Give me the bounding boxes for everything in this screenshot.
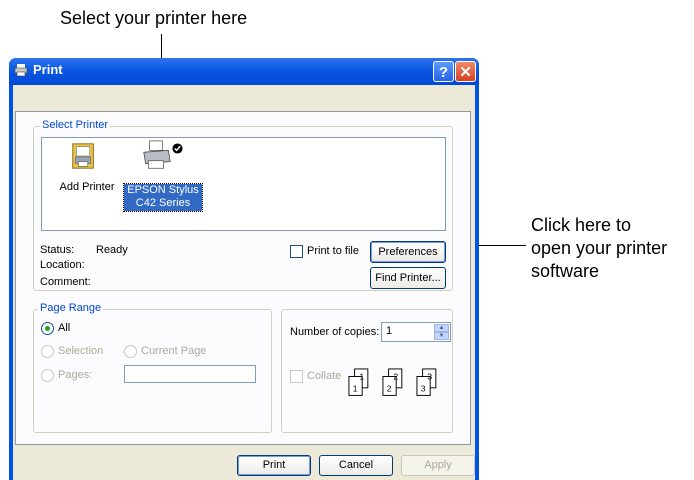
- svg-text:2: 2: [393, 371, 398, 381]
- preferences-button-label: Preferences: [378, 246, 438, 258]
- pages-input[interactable]: [124, 365, 256, 383]
- pages-radio[interactable]: [41, 369, 54, 382]
- copies-group: Number of copies: 1 ▲ ▼ Collate 11 22 3 …: [281, 309, 453, 433]
- select-printer-group: Select Printer Add Printer EPSON Stylus …: [33, 119, 453, 291]
- annotation-preferences: Click here to open your printer software: [531, 214, 694, 283]
- print-button-label: Print: [262, 459, 286, 471]
- current-page-radio-label[interactable]: Current Page: [141, 345, 206, 357]
- svg-text:3: 3: [421, 384, 426, 394]
- status-label: Status:: [40, 244, 75, 256]
- print-dialog: Print ? ✕ Select Printer Add Printer EPS…: [9, 58, 479, 480]
- current-page-radio[interactable]: [124, 345, 137, 358]
- preferences-button[interactable]: Preferences: [370, 241, 446, 263]
- selection-radio[interactable]: [41, 345, 54, 358]
- help-button[interactable]: ?: [433, 61, 454, 82]
- status-value: Ready: [96, 244, 128, 256]
- collate-label[interactable]: Collate: [307, 370, 341, 382]
- printer-icon: [14, 64, 28, 77]
- copies-value: 1: [386, 325, 393, 337]
- printer-name-line-1: EPSON Stylus: [127, 184, 199, 196]
- cancel-button[interactable]: Cancel: [319, 455, 393, 476]
- number-of-copies-label: Number of copies:: [290, 326, 380, 338]
- close-button[interactable]: ✕: [455, 61, 476, 82]
- cancel-button-label: Cancel: [338, 459, 374, 471]
- annotation-line-3: software: [531, 261, 600, 281]
- find-printer-button[interactable]: Find Printer...: [370, 267, 446, 289]
- annotation-select-printer: Select your printer here: [60, 8, 248, 28]
- find-printer-button-label: Find Printer...: [375, 272, 441, 284]
- printer-name-line-2: C42 Series: [135, 197, 191, 209]
- page-range-group: Page Range All Selection Current Page Pa…: [33, 302, 272, 433]
- printer-item-epson[interactable]: EPSON Stylus C42 Series: [123, 138, 204, 213]
- copies-spinner[interactable]: 1 ▲ ▼: [381, 322, 451, 342]
- printer-item-label: Add Printer: [59, 181, 115, 193]
- tab-panel-general: Select Printer Add Printer EPSON Stylus …: [15, 111, 471, 445]
- annotation-line-2: open your printer: [531, 238, 668, 258]
- printer-item-add-printer[interactable]: Add Printer: [50, 141, 120, 201]
- print-button[interactable]: Print: [237, 455, 311, 476]
- collate-pages-icon: 11 22 33: [348, 368, 437, 396]
- collate-checkbox[interactable]: [290, 370, 303, 383]
- add-printer-icon: [72, 143, 94, 169]
- annotation-line-1: Click here to: [531, 215, 632, 235]
- svg-text:3: 3: [427, 371, 432, 381]
- page-range-group-label: Page Range: [38, 302, 104, 314]
- apply-button[interactable]: Apply: [401, 455, 475, 476]
- select-printer-group-label: Select Printer: [40, 119, 111, 131]
- comment-label: Comment:: [40, 276, 91, 288]
- radio-selected-dot: [45, 326, 50, 331]
- print-to-file-label[interactable]: Print to file: [307, 245, 359, 257]
- printer-item-label-selected: EPSON Stylus C42 Series: [123, 183, 203, 212]
- svg-text:1: 1: [353, 384, 358, 394]
- printer-list[interactable]: Add Printer EPSON Stylus C42 Series: [41, 137, 446, 231]
- title-bar[interactable]: Print ? ✕: [9, 58, 479, 85]
- spin-up-button[interactable]: ▲: [434, 324, 449, 332]
- all-radio-label[interactable]: All: [58, 322, 70, 334]
- dialog-client-area: Select Printer Add Printer EPSON Stylus …: [13, 85, 475, 480]
- apply-button-label: Apply: [424, 459, 452, 471]
- svg-text:1: 1: [359, 371, 364, 381]
- default-checkmark-icon: [172, 143, 183, 154]
- all-radio[interactable]: [41, 322, 54, 335]
- pages-radio-label[interactable]: Pages:: [58, 369, 92, 381]
- spin-down-button[interactable]: ▼: [434, 332, 449, 340]
- svg-text:2: 2: [387, 384, 392, 394]
- location-label: Location:: [40, 259, 85, 271]
- window-title: Print: [33, 62, 63, 77]
- print-to-file-checkbox[interactable]: [290, 245, 303, 258]
- printer-icon: [143, 140, 171, 169]
- selection-radio-label[interactable]: Selection: [58, 345, 103, 357]
